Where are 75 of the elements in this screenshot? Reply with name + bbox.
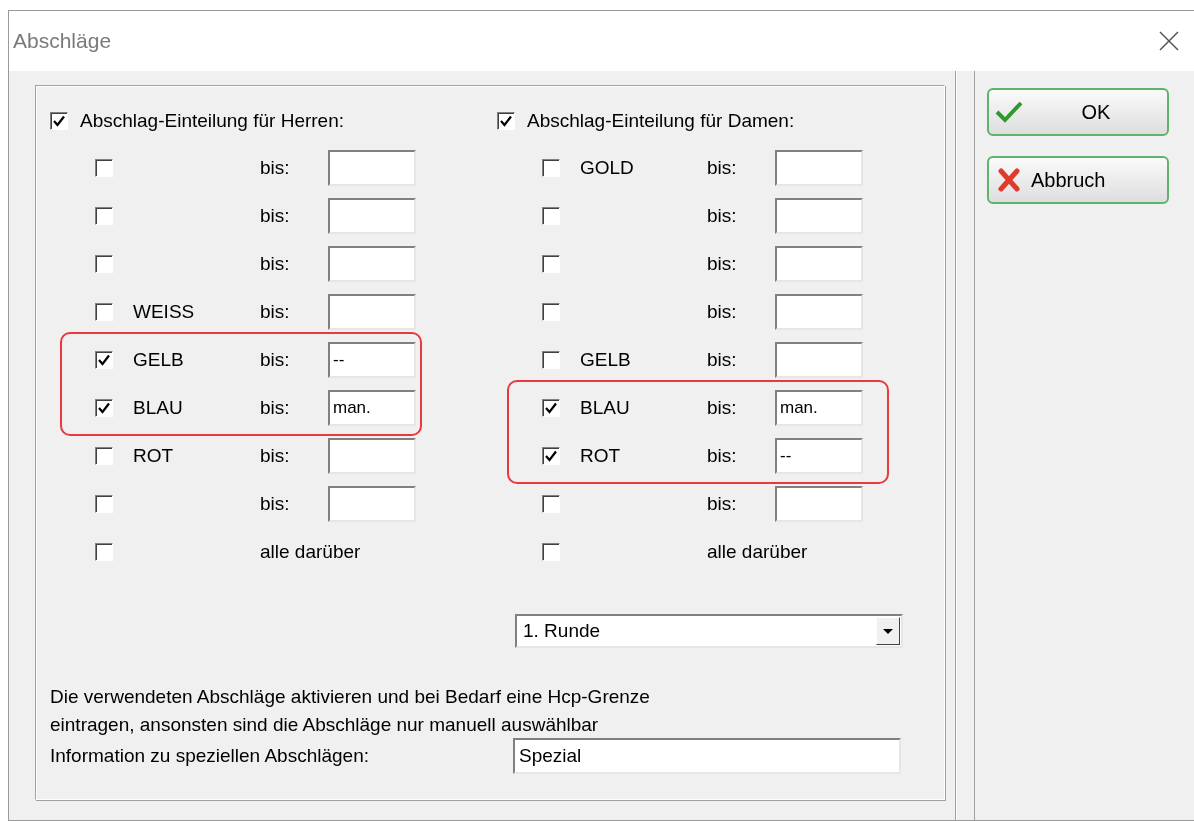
checkbox[interactable] — [542, 351, 560, 369]
limit-field[interactable]: man. — [775, 390, 863, 426]
bis-label: bis: — [260, 445, 291, 467]
bis-label: bis: — [707, 301, 738, 323]
limit-field[interactable] — [328, 150, 416, 186]
info-label: Information zu speziellen Abschlägen: — [50, 745, 370, 767]
limit-field[interactable]: man. — [328, 390, 416, 426]
group-label: Abschlag-Einteilung für Damen: — [527, 110, 795, 132]
hint-text: eintragen, ansonsten sind die Abschläge nur manuell auswählbar — [50, 714, 600, 736]
limit-field[interactable] — [328, 438, 416, 474]
ok-button[interactable]: OK — [987, 88, 1169, 136]
tee-color-label: BLAU — [133, 397, 184, 419]
bis-label: bis: — [260, 205, 291, 227]
limit-field[interactable] — [328, 486, 416, 522]
limit-field[interactable] — [328, 246, 416, 282]
checkmark-icon — [995, 99, 1023, 125]
limit-field[interactable] — [775, 150, 863, 186]
bis-label: bis: — [260, 349, 291, 371]
checkbox[interactable] — [50, 112, 68, 130]
bis-label: bis: — [260, 397, 291, 419]
tee-color-label: GOLD — [580, 157, 635, 179]
checkbox[interactable] — [542, 447, 560, 465]
checkbox[interactable] — [95, 447, 113, 465]
above-label: alle darüber — [707, 541, 808, 563]
bis-label: bis: — [707, 253, 738, 275]
limit-field[interactable] — [775, 486, 863, 522]
close-icon[interactable] — [1158, 30, 1180, 52]
limit-field[interactable]: -- — [775, 438, 863, 474]
bis-label: bis: — [260, 253, 291, 275]
bis-label: bis: — [707, 445, 738, 467]
hint-text: Die verwendeten Abschläge aktivieren und bei Bedarf eine Hcp-Grenze — [50, 686, 651, 708]
checkbox[interactable] — [542, 159, 560, 177]
above-label: alle darüber — [260, 541, 361, 563]
bis-label: bis: — [707, 493, 738, 515]
tee-color-label: ROT — [580, 445, 622, 467]
bis-label: bis: — [707, 157, 738, 179]
bis-label: bis: — [707, 205, 738, 227]
checkbox[interactable] — [95, 255, 113, 273]
checkbox[interactable] — [542, 207, 560, 225]
checkbox[interactable] — [542, 543, 560, 561]
checkbox[interactable] — [497, 112, 515, 130]
limit-field[interactable] — [328, 294, 416, 330]
tee-color-label: GELB — [133, 349, 185, 371]
tee-color-label: ROT — [133, 445, 175, 467]
tee-color-label: BLAU — [580, 397, 631, 419]
checkbox[interactable] — [95, 399, 113, 417]
limit-field[interactable]: -- — [328, 342, 416, 378]
limit-field[interactable] — [775, 198, 863, 234]
bis-label: bis: — [707, 349, 738, 371]
round-dropdown[interactable]: 1. Runde — [515, 614, 903, 648]
checkbox[interactable] — [542, 399, 560, 417]
bis-label: bis: — [707, 397, 738, 419]
checkbox[interactable] — [95, 303, 113, 321]
checkbox[interactable] — [542, 303, 560, 321]
window-title: Abschläge — [13, 29, 112, 53]
tee-color-label: WEISS — [133, 301, 196, 323]
limit-field[interactable] — [775, 294, 863, 330]
checkbox[interactable] — [542, 495, 560, 513]
group-label: Abschlag-Einteilung für Herren: — [80, 110, 345, 132]
checkbox[interactable] — [95, 543, 113, 561]
cross-icon — [995, 167, 1023, 193]
bis-label: bis: — [260, 301, 291, 323]
checkbox[interactable] — [95, 159, 113, 177]
bis-label: bis: — [260, 157, 291, 179]
tee-color-label: GELB — [580, 349, 632, 371]
limit-field[interactable] — [775, 246, 863, 282]
bis-label: bis: — [260, 493, 291, 515]
cancel-button[interactable]: Abbruch — [987, 156, 1169, 204]
limit-field[interactable] — [775, 342, 863, 378]
checkbox[interactable] — [95, 207, 113, 225]
info-field[interactable]: Spezial — [513, 738, 901, 774]
checkbox[interactable] — [95, 351, 113, 369]
checkbox[interactable] — [542, 255, 560, 273]
checkbox[interactable] — [95, 495, 113, 513]
limit-field[interactable] — [328, 198, 416, 234]
